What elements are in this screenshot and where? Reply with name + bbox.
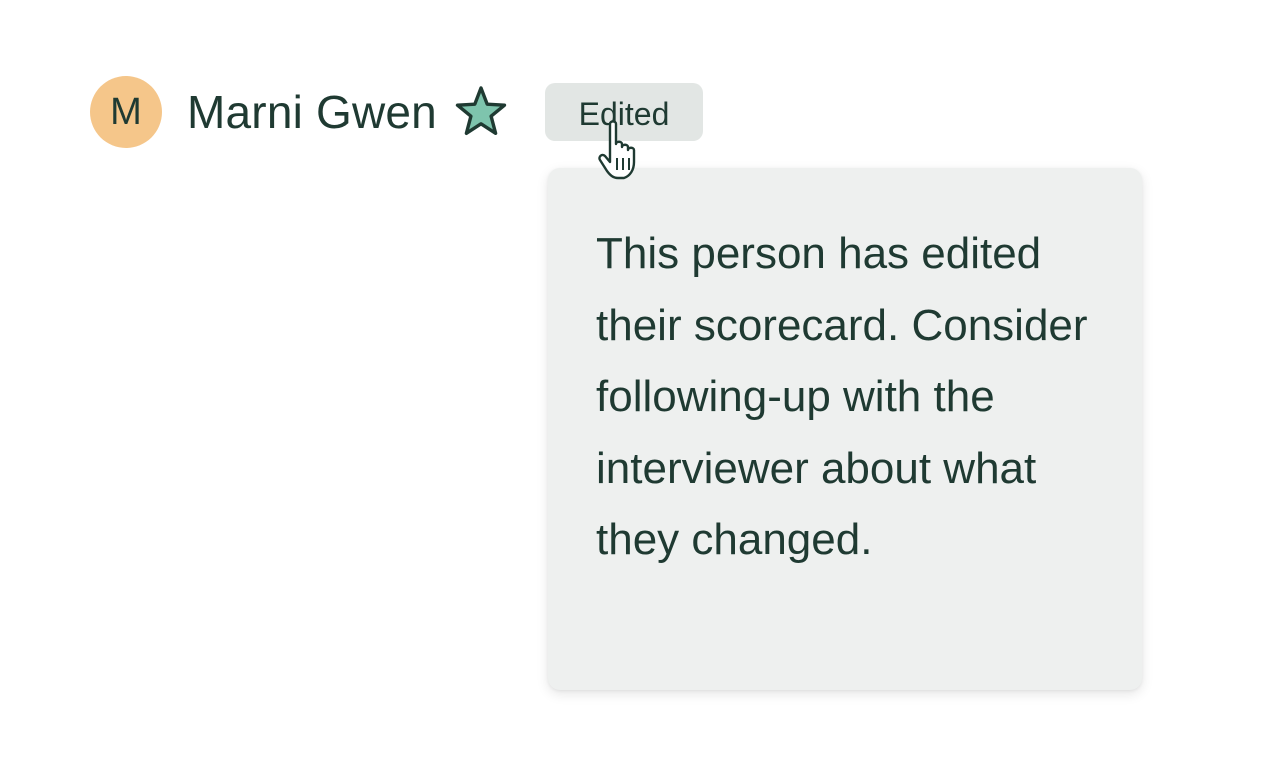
candidate-name: Marni Gwen	[187, 86, 437, 138]
candidate-header: M Marni Gwen	[90, 76, 509, 148]
tooltip-text: This person has edited their scorecard. …	[596, 229, 1088, 564]
hand-pointer-icon	[598, 120, 636, 180]
edited-tooltip: This person has edited their scorecard. …	[548, 168, 1142, 690]
star-icon[interactable]	[453, 84, 509, 140]
avatar: M	[90, 76, 162, 148]
